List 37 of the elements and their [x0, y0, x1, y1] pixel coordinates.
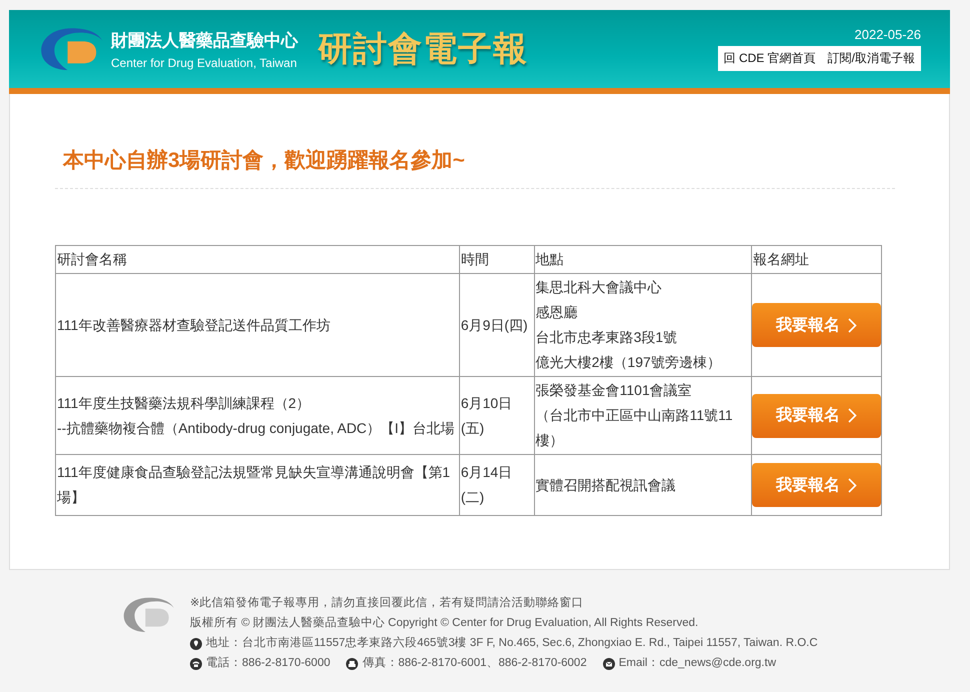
chevron-icon — [848, 478, 857, 492]
chevron-icon — [848, 318, 857, 332]
table-cell: 111年改善醫療器材查驗登記送件品質工作坊 — [56, 274, 460, 376]
org-name-english: Center for Drug Evaluation, Taiwan — [111, 56, 298, 70]
register-button[interactable]: 我要報名 — [752, 394, 881, 438]
logo-icon — [122, 596, 176, 634]
table-cell: 6月10日(五) — [459, 376, 534, 454]
newsletter-title: 研討會電子報 — [318, 28, 528, 71]
footer-notice: ※此信箱發佈電子報專用，請勿直接回覆此信，若有疑問請洽活動聯絡窗口 — [190, 596, 585, 611]
section-heading: 本中心自辦3場研討會，歡迎踴躍報名參加~ — [55, 94, 895, 189]
table-cell: 實體召開搭配視訊會議 — [534, 454, 752, 516]
phone-icon — [190, 658, 202, 670]
column-header: 時間 — [459, 246, 534, 274]
table-cell: 111年度生技醫藥法規科學訓練課程（2） --抗體藥物複合體（Antibody-drug conjugate, ADC）【I】台北場 — [56, 376, 460, 454]
header-link[interactable]: 訂閱/取消電子報 — [828, 50, 915, 67]
column-header: 報名網址 — [751, 246, 882, 274]
table-cell: 集思北科大會議中心 感恩廳 台北市忠孝東路3段1號 億光大樓2樓（197號旁邊棟） — [534, 274, 752, 376]
footer-copyright: 版權所有 © 財團法人醫藥品查驗中心 Copyright © Center for Drug Evaluation, All Rights Reserved. — [190, 616, 700, 631]
register-button[interactable]: 我要報名 — [752, 463, 881, 507]
table-cell: 6月14日(二) — [459, 454, 534, 516]
issue-date: 2022-05-26 — [854, 27, 921, 42]
fax-icon — [346, 658, 358, 670]
table-cell: 111年度健康食品查驗登記法規暨常見缺失宣導溝通說明會【第1場】 — [56, 454, 460, 516]
chevron-icon — [848, 408, 857, 423]
location-icon — [190, 638, 202, 650]
footer-address: 地址：台北市南港區11557忠孝東路六段465號3樓 3F F, No.465, Sec.6, Zhongxiao E. Rd., Taipei 11557, Taiwan. R.O.C — [206, 636, 818, 651]
mail-icon — [602, 658, 615, 670]
column-header: 地點 — [534, 246, 752, 274]
footer-email: Email：cde_news@cde.org.tw — [618, 656, 776, 671]
footer-phone: 電話：886-2-8170-6000 — [206, 656, 330, 671]
column-header: 研討會名稱 — [56, 246, 460, 274]
header-link[interactable]: 回 CDE 官網首頁 — [724, 50, 816, 67]
footer-fax: 傳真：886-2-8170-6001、886-2-8170-6002 — [362, 656, 587, 671]
register-button[interactable]: 我要報名 — [752, 303, 881, 347]
table-cell: 張榮發基金會1101會議室 （台北市中正區中山南路11號11樓） — [534, 376, 752, 454]
org-name: 財團法人醫藥品查驗中心 — [111, 30, 298, 52]
table-cell: 6月9日(四) — [459, 274, 534, 376]
